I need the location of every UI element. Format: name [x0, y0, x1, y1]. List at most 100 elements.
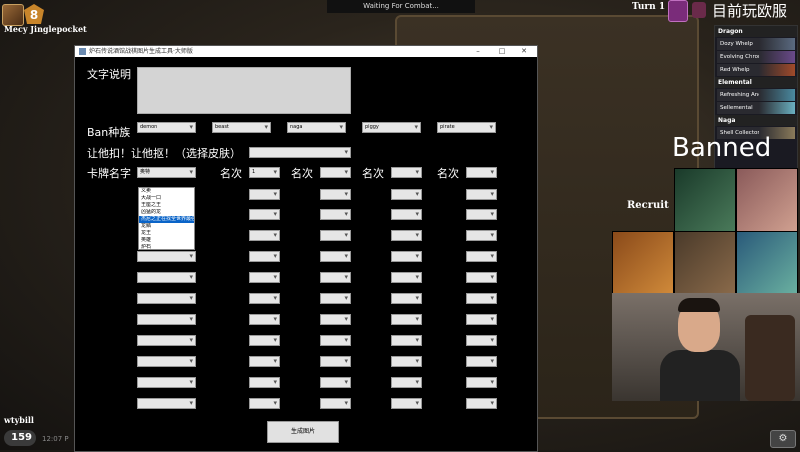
rank-select[interactable]: [466, 314, 497, 325]
rank-label-3: 名次: [362, 167, 384, 180]
rank-select[interactable]: [249, 189, 280, 200]
rank-select[interactable]: [320, 356, 351, 367]
app-icon: [79, 48, 86, 55]
dropdown-item[interactable]: 英雄: [139, 237, 194, 244]
webcam-person-body: [660, 350, 740, 401]
rank-select[interactable]: [466, 272, 497, 283]
dropdown-item[interactable]: 义卖: [139, 188, 194, 195]
rank-select[interactable]: [391, 377, 422, 388]
rank-select[interactable]: [320, 272, 351, 283]
rank-select[interactable]: [249, 293, 280, 304]
rank-select[interactable]: [391, 209, 422, 220]
rank-select[interactable]: [391, 335, 422, 346]
skin-label: 让他扣！让他抠！（选择皮肤）: [87, 147, 241, 160]
dropdown-item-selected[interactable]: 杰尼之正在找全世界最强: [139, 216, 194, 223]
rank-select[interactable]: [249, 356, 280, 367]
rank-select[interactable]: [391, 167, 422, 178]
rank-select[interactable]: [249, 230, 280, 241]
card-name-select[interactable]: 奥特: [137, 167, 196, 178]
dropdown-item[interactable]: 龙鳞: [139, 223, 194, 230]
card-name-dropdown-list[interactable]: 义卖 大战一口 王座之王 凶猛的龙 杰尼之正在找全世界最强 龙鳞 龙王 英雄 炉…: [138, 187, 195, 250]
dropdown-item[interactable]: 炉石: [139, 244, 194, 251]
rank-select[interactable]: [466, 251, 497, 262]
rank-select[interactable]: [249, 272, 280, 283]
dropdown-item[interactable]: 王座之王: [139, 202, 194, 209]
rank-select[interactable]: 1: [249, 167, 280, 178]
minion-card: [674, 168, 736, 232]
rank-select[interactable]: [249, 314, 280, 325]
card-name-select[interactable]: [137, 377, 196, 388]
player-name: Mecy Jinglepocket: [4, 24, 87, 34]
minion-card: [736, 231, 798, 295]
rank-select[interactable]: [249, 209, 280, 220]
rank-select[interactable]: [320, 230, 351, 241]
maximize-button[interactable]: □: [491, 46, 513, 57]
rank-select[interactable]: [320, 209, 351, 220]
tribe-card-name: Dozy Whelp: [720, 41, 753, 47]
rank-select[interactable]: [391, 398, 422, 409]
ban-tribe-select-1[interactable]: demon: [137, 122, 196, 133]
minimize-button[interactable]: –: [467, 46, 489, 57]
hero-portrait[interactable]: [2, 4, 24, 26]
ban-tribe-select-4[interactable]: piggy: [362, 122, 421, 133]
dropdown-item[interactable]: 龙王: [139, 230, 194, 237]
webcam-chair: [745, 315, 795, 401]
tribe-header: Naga: [715, 115, 797, 126]
rank-select[interactable]: [391, 293, 422, 304]
card-name-select[interactable]: [137, 398, 196, 409]
close-button[interactable]: ✕: [513, 46, 535, 57]
turn-counter: Turn 1: [632, 2, 666, 12]
rank-select[interactable]: [391, 251, 422, 262]
tribe-card: Evolving Chromawing: [717, 51, 795, 63]
rank-select[interactable]: [466, 189, 497, 200]
ban-tribe-select-3[interactable]: naga: [287, 122, 346, 133]
rank-select[interactable]: [466, 398, 497, 409]
rank-select[interactable]: [466, 356, 497, 367]
rank-select[interactable]: [320, 335, 351, 346]
rank-select[interactable]: [466, 167, 497, 178]
tribe-card: Red Whelp: [717, 64, 795, 76]
dropdown-item[interactable]: 凶猛的龙: [139, 209, 194, 216]
card-name-select[interactable]: [137, 314, 196, 325]
rank-label-2: 名次: [291, 167, 313, 180]
rank-select[interactable]: [466, 293, 497, 304]
rank-select[interactable]: [391, 356, 422, 367]
rank-label-4: 名次: [437, 167, 459, 180]
rank-select[interactable]: [466, 209, 497, 220]
rank-select[interactable]: [249, 377, 280, 388]
rank-select[interactable]: [391, 272, 422, 283]
rank-select[interactable]: [466, 335, 497, 346]
description-label: 文字说明: [87, 68, 131, 81]
rank-select[interactable]: [466, 377, 497, 388]
rank-select[interactable]: [320, 167, 351, 178]
ban-tribe-select-5[interactable]: pirate: [437, 122, 496, 133]
rank-select[interactable]: [320, 314, 351, 325]
rank-select[interactable]: [249, 398, 280, 409]
card-name-select[interactable]: [137, 293, 196, 304]
turn-tier-icon: [692, 2, 706, 18]
rank-select[interactable]: [391, 314, 422, 325]
settings-button[interactable]: ⚙: [770, 430, 796, 448]
dropdown-item[interactable]: 大战一口: [139, 195, 194, 202]
card-name-select[interactable]: [137, 251, 196, 262]
rank-select[interactable]: [391, 189, 422, 200]
rank-select[interactable]: [320, 293, 351, 304]
rank-select[interactable]: [249, 335, 280, 346]
rank-select[interactable]: [391, 230, 422, 241]
rank-select[interactable]: [466, 230, 497, 241]
rank-select[interactable]: [320, 377, 351, 388]
generate-image-button[interactable]: 生成图片: [267, 421, 339, 443]
minion-card: [612, 231, 674, 295]
card-name-select[interactable]: [137, 356, 196, 367]
rank-select[interactable]: [320, 189, 351, 200]
skin-select[interactable]: [249, 147, 351, 158]
ban-tribe-select-2[interactable]: beast: [212, 122, 271, 133]
description-textarea[interactable]: [137, 67, 351, 114]
image-generator-window: 炉石传说酒馆战棋图片生成工具·大师版 – □ ✕ 文字说明 Ban种族 demo…: [74, 45, 538, 452]
card-name-select[interactable]: [137, 335, 196, 346]
minion-card: [674, 231, 736, 295]
card-name-select[interactable]: [137, 272, 196, 283]
rank-select[interactable]: [320, 251, 351, 262]
rank-select[interactable]: [249, 251, 280, 262]
rank-select[interactable]: [320, 398, 351, 409]
